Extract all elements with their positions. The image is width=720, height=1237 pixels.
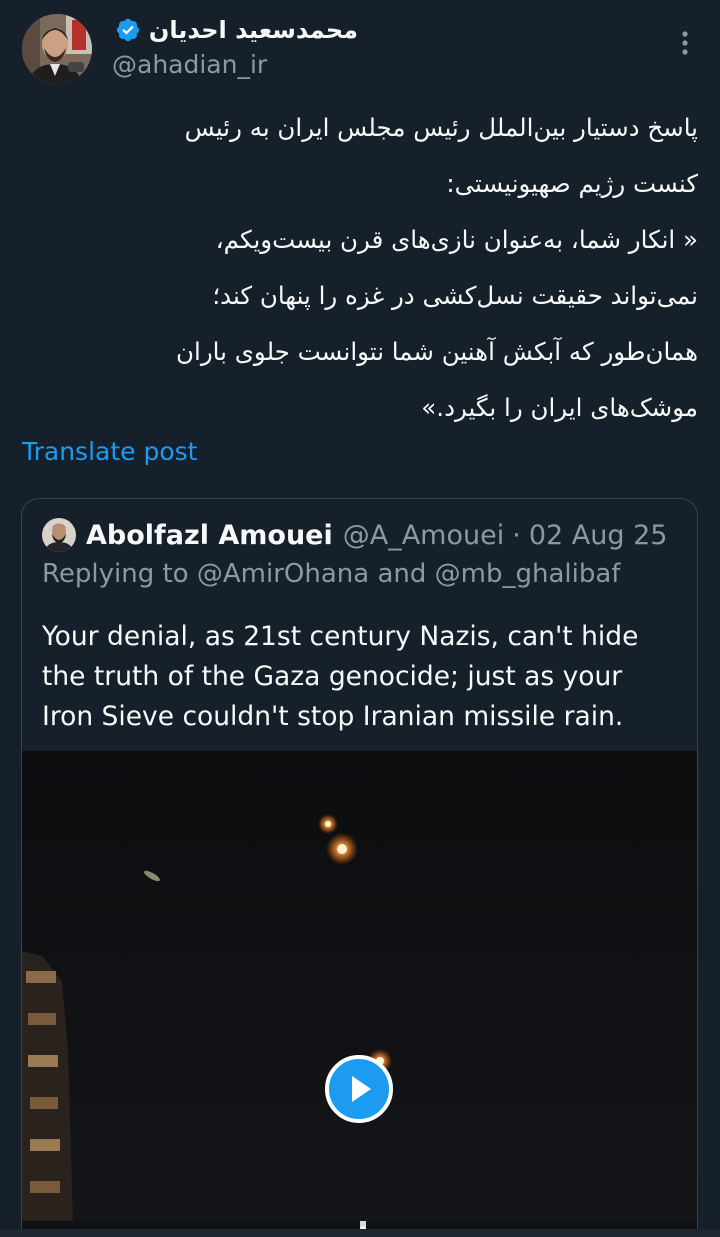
quoted-tweet-header: Abolfazl Amouei @A_Amouei · 02 Aug 25 — [42, 515, 667, 555]
reply-mention[interactable]: @AmirOhana — [197, 559, 369, 589]
author-handle[interactable]: @ahadian_ir — [112, 50, 267, 79]
bottom-divider — [0, 1229, 720, 1237]
tweet-text: پاسخ دستیار بین‌الملل رئیس مجلس ایران به… — [22, 100, 698, 436]
more-vertical-icon[interactable] — [672, 28, 698, 58]
author-display-name[interactable]: محمدسعید احدیان — [149, 16, 358, 44]
translate-post-link[interactable]: Translate post — [22, 437, 197, 466]
quoted-author-avatar[interactable] — [42, 518, 76, 552]
reply-mention[interactable]: @mb_ghalibaf — [435, 559, 621, 589]
tweet-text-line: همان‌طور که آبکش آهنین شما نتوانست جلوی … — [176, 337, 698, 366]
play-icon — [352, 1076, 371, 1102]
night-sky-scene — [22, 751, 697, 1237]
quoted-tweet-card[interactable]: Abolfazl Amouei @A_Amouei · 02 Aug 25 Re… — [21, 498, 698, 1237]
tweet-text-line: کنست رژیم صهیونیستی: — [446, 169, 698, 198]
quoted-text-line: Iron Sieve couldn't stop Iranian missile… — [42, 701, 624, 732]
quoted-tweet-date[interactable]: 02 Aug 25 — [529, 520, 668, 551]
verified-badge-icon — [116, 18, 139, 42]
reply-joiner: and — [377, 559, 427, 589]
tweet-text-line: موشک‌های ایران را بگیرد.» — [421, 393, 698, 422]
quoted-author-name[interactable]: Abolfazl Amouei — [86, 520, 333, 551]
play-button[interactable] — [325, 1055, 393, 1123]
quoted-text-line: Your denial, as 21st century Nazis, can'… — [42, 621, 639, 652]
tweet-text-line: « انکار شما، به‌عنوان نازی‌های قرن بیست‌… — [215, 225, 698, 254]
replying-to-prefix: Replying to — [42, 559, 189, 589]
meta-separator: · — [512, 519, 521, 551]
quoted-author-handle[interactable]: @A_Amouei — [343, 520, 505, 551]
quoted-tweet-text: Your denial, as 21st century Nazis, can'… — [42, 617, 682, 737]
tweet-text-line: نمی‌تواند حقیقت نسل‌کشی در غزه را پنهان … — [212, 281, 698, 310]
quoted-text-line: the truth of the Gaza genocide; just as … — [42, 661, 623, 692]
video-thumbnail[interactable] — [22, 751, 697, 1237]
author-name-row: محمدسعید احدیان — [115, 12, 358, 48]
replying-to-line: Replying to @AmirOhana and @mb_ghalibaf — [42, 559, 620, 589]
author-avatar[interactable] — [22, 14, 92, 84]
tweet-text-line: پاسخ دستیار بین‌الملل رئیس مجلس ایران به… — [184, 113, 698, 142]
tweet-detail: محمدسعید احدیان @ahadian_ir پاسخ دستیار … — [0, 0, 720, 1237]
